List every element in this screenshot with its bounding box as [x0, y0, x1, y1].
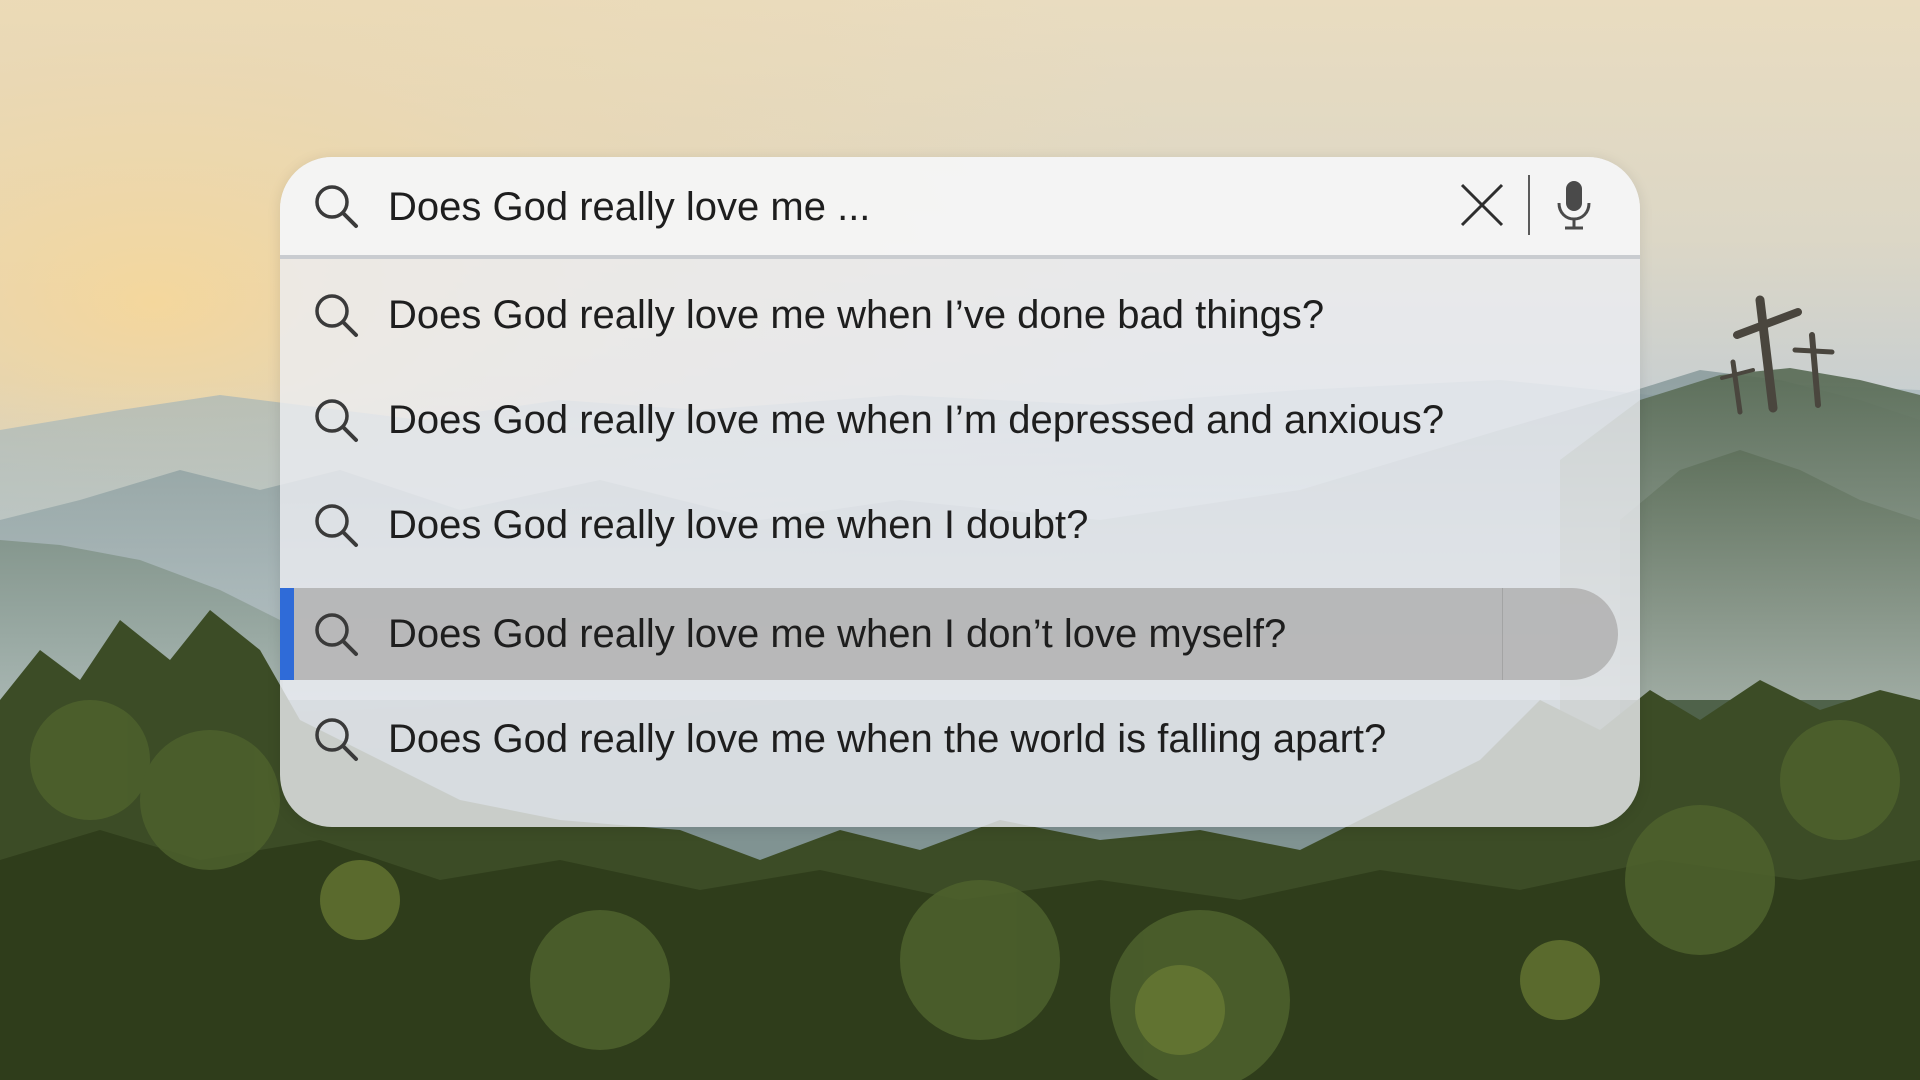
search-icon: [315, 294, 358, 337]
search-divider: [1528, 175, 1530, 235]
suggestion-item[interactable]: Does God really love me when I’ve done b…: [280, 269, 1620, 361]
highlight-separator: [1502, 588, 1503, 680]
close-icon[interactable]: [1456, 179, 1508, 231]
background-scene: Does God really love me ... Does God rea…: [0, 0, 1920, 1080]
suggestion-text: Does God really love me when I’m depress…: [388, 398, 1445, 442]
suggestion-item[interactable]: Does God really love me when the world i…: [280, 693, 1620, 785]
suggestion-text: Does God really love me when the world i…: [388, 717, 1387, 761]
search-suggestions-panel: Does God really love me ... Does God rea…: [280, 157, 1640, 827]
search-icon: [315, 613, 358, 656]
suggestion-text: Does God really love me when I don’t lov…: [388, 612, 1287, 656]
highlight-accent-bar: [280, 588, 294, 680]
suggestion-text: Does God really love me when I’ve done b…: [388, 293, 1325, 337]
search-icon: [315, 718, 358, 761]
search-icon: [315, 399, 358, 442]
search-input[interactable]: Does God really love me ...: [388, 181, 870, 233]
suggestion-item[interactable]: Does God really love me when I’m depress…: [280, 374, 1620, 466]
search-icon: [315, 185, 358, 228]
suggestion-item[interactable]: Does God really love me when I doubt?: [280, 479, 1620, 571]
microphone-icon[interactable]: [1548, 177, 1600, 233]
search-bar[interactable]: Does God really love me ...: [280, 157, 1640, 259]
search-icon: [315, 504, 358, 547]
suggestion-text: Does God really love me when I doubt?: [388, 503, 1089, 547]
suggestion-item-highlighted[interactable]: Does God really love me when I don’t lov…: [280, 588, 1618, 680]
